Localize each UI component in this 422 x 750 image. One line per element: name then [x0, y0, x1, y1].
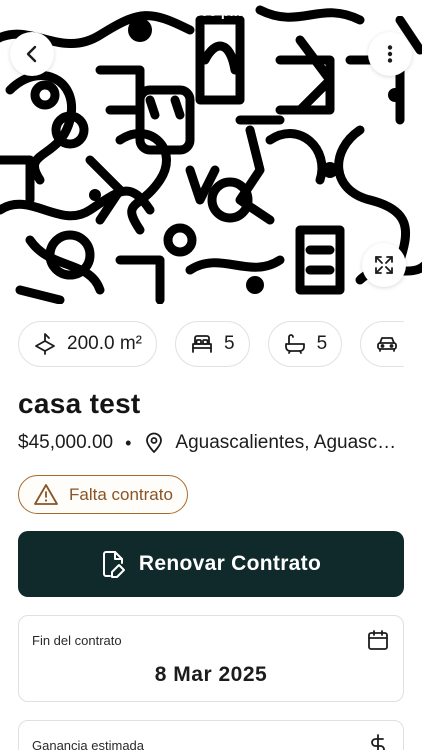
- status-time: 2:08 p.m.: [188, 3, 251, 19]
- bedrooms-chip: 5: [174, 321, 250, 367]
- status-bar: 2:08 p.m.: [0, 0, 422, 24]
- separator-dot: •: [125, 432, 132, 453]
- missing-contract-badge: Falta contrato: [18, 475, 188, 514]
- bathrooms-chip: 5: [267, 321, 343, 367]
- missing-contract-label: Falta contrato: [69, 484, 173, 504]
- bedrooms-label: 5: [223, 333, 235, 354]
- contract-end-value: 8 Mar 2025: [154, 663, 268, 686]
- contract-end-card[interactable]: Fin del contrato 8 Mar 2025: [18, 615, 404, 702]
- bathtub-icon: [284, 334, 305, 354]
- status-right-icons: [390, 4, 414, 16]
- status-left-icons: [10, 6, 26, 18]
- dollar-icon: [371, 734, 385, 750]
- expand-photo-button[interactable]: [362, 243, 406, 287]
- renew-contract-button[interactable]: Renovar Contrato: [18, 531, 404, 597]
- area-icon: [35, 333, 55, 355]
- document-edit-icon: [102, 551, 125, 578]
- estimated-gain-card[interactable]: Ganancia estimada: [18, 720, 404, 750]
- expand-icon: [375, 256, 393, 274]
- parking-chip: [360, 321, 404, 367]
- area-chip: 200.0 m²: [18, 321, 157, 367]
- bathrooms-label: 5: [316, 333, 328, 354]
- renew-contract-label: Renovar Contrato: [138, 552, 322, 575]
- calendar-icon: [368, 630, 388, 650]
- contract-end-label: Fin del contrato: [32, 633, 122, 648]
- bed-icon: [192, 335, 212, 353]
- property-location: Aguascalientes, Aguascalientes: [143, 432, 399, 454]
- property-features: 200.0 m² 5 5: [18, 321, 404, 369]
- signal-icon: [10, 6, 25, 18]
- warning-icon: [34, 483, 58, 505]
- car-icon: [377, 337, 398, 352]
- more-options-button[interactable]: [368, 32, 412, 76]
- location-pin-icon: [146, 432, 163, 453]
- property-title: casa test: [18, 388, 141, 419]
- area-label: 200.0 m²: [67, 333, 142, 354]
- price-location-row: $45,000.00 • Aguascalientes, Aguascalien…: [18, 430, 408, 456]
- property-photo[interactable]: 2:08 p.m.: [0, 0, 422, 304]
- more-vertical-icon: [387, 45, 393, 63]
- back-button[interactable]: [10, 32, 54, 76]
- estimated-gain-label: Ganancia estimada: [32, 738, 145, 750]
- location-text: Aguascalientes, Aguascalientes: [175, 432, 399, 453]
- property-price: $45,000.00: [18, 432, 114, 453]
- battery-icon: [390, 4, 414, 16]
- chevron-left-icon: [26, 45, 37, 63]
- doodle-artwork: [0, 0, 422, 304]
